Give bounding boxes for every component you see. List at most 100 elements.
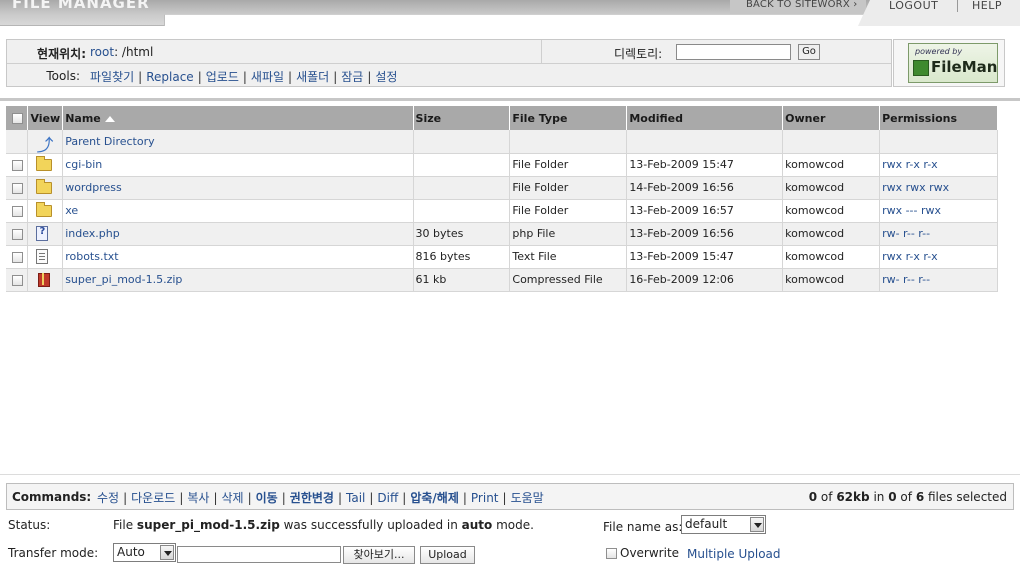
file-type: File Folder bbox=[509, 176, 628, 200]
command-item[interactable]: 복사 bbox=[187, 491, 209, 505]
row-checkbox[interactable] bbox=[12, 228, 23, 240]
tool-replace[interactable]: Replace bbox=[146, 70, 193, 84]
command-item[interactable]: 압축/해제 bbox=[410, 491, 459, 505]
command-item[interactable]: Diff bbox=[377, 491, 398, 505]
file-name-link[interactable]: wordpress bbox=[65, 181, 122, 194]
folder-icon[interactable] bbox=[36, 179, 53, 195]
row-checkbox[interactable] bbox=[12, 251, 23, 263]
file-owner: komowcod bbox=[782, 153, 881, 177]
transfer-mode-label: Transfer mode: bbox=[8, 546, 99, 560]
file-name-link[interactable]: super_pi_mod-1.5.zip bbox=[65, 273, 182, 286]
col-file-type[interactable]: File Type bbox=[509, 106, 628, 130]
upload-button[interactable]: Upload bbox=[420, 546, 475, 564]
row-checkbox[interactable] bbox=[12, 159, 23, 171]
file-name-link[interactable]: robots.txt bbox=[65, 250, 118, 263]
command-item[interactable]: 수정 bbox=[97, 491, 119, 505]
filename-as-select[interactable]: default bbox=[681, 515, 766, 534]
upload-file-input[interactable] bbox=[177, 546, 341, 563]
zip-file-icon[interactable] bbox=[36, 272, 51, 287]
file-owner: komowcod bbox=[782, 222, 881, 246]
parent-directory-row: Parent Directory bbox=[6, 130, 998, 156]
file-name-link[interactable]: xe bbox=[65, 204, 78, 217]
col-owner[interactable]: Owner bbox=[782, 106, 881, 130]
select-all-checkbox[interactable] bbox=[12, 113, 23, 124]
command-item[interactable]: Print bbox=[471, 491, 499, 505]
row-checkbox[interactable] bbox=[12, 182, 23, 194]
command-item[interactable]: 도움말 bbox=[511, 491, 544, 505]
php-file-icon[interactable] bbox=[36, 226, 49, 241]
command-item[interactable]: 권한변경 bbox=[290, 491, 334, 505]
command-item[interactable]: 다운로드 bbox=[131, 491, 175, 505]
fileman-brand: FileMan bbox=[931, 58, 998, 76]
fileman-logo: powered by FileMan bbox=[908, 43, 998, 83]
table-header-row: View Name Size File Type Modified Owner … bbox=[6, 106, 998, 130]
directory-input[interactable] bbox=[676, 44, 791, 60]
col-size[interactable]: Size bbox=[413, 106, 511, 130]
file-type: Compressed File bbox=[509, 268, 628, 292]
file-size bbox=[413, 176, 511, 200]
file-owner: komowcod bbox=[782, 268, 881, 292]
folder-icon[interactable] bbox=[36, 156, 53, 172]
table-row: super_pi_mod-1.5.zip 61 kb Compressed File… bbox=[6, 268, 998, 292]
command-item[interactable]: 이동 bbox=[256, 491, 278, 505]
overwrite-checkbox[interactable] bbox=[606, 548, 617, 559]
tool-sep: | bbox=[333, 70, 338, 84]
location-path: root: /html bbox=[90, 45, 153, 59]
file-permissions-link[interactable]: rw- r-- r-- bbox=[882, 273, 930, 286]
fileman-logo-box: powered by FileMan bbox=[893, 39, 1005, 87]
table-row: wordpress File Folder 14-Feb-2009 16:56 kom… bbox=[6, 176, 998, 200]
location-label: 현재위치: bbox=[37, 47, 86, 61]
file-permissions-link[interactable]: rw- r-- r-- bbox=[882, 227, 930, 240]
folder-icon[interactable] bbox=[36, 202, 53, 218]
command-item[interactable]: 삭제 bbox=[222, 491, 244, 505]
file-owner: komowcod bbox=[782, 245, 881, 269]
tools-list: 파일찾기 | Replace | 업로드 | 새파일 | 새폴더 | 잠금 | 설정 bbox=[90, 68, 397, 85]
status-label: Status: bbox=[8, 518, 51, 532]
directory-label: 디렉토리: bbox=[614, 47, 663, 61]
command-separator: | bbox=[369, 491, 374, 505]
col-permissions[interactable]: Permissions bbox=[879, 106, 998, 130]
col-name[interactable]: Name bbox=[62, 106, 414, 130]
text-file-icon[interactable] bbox=[36, 249, 49, 264]
location-panel: 현재위치: root: /html 디렉토리: Go Tools: 파일찾기 | R… bbox=[6, 39, 892, 87]
commands-list: 수정 | 다운로드 | 복사 | 삭제 | 이동 | 권한변경 | Tail | Diff | 압축/해제 | Pr… bbox=[97, 489, 544, 506]
file-permissions-link[interactable]: rwx r-x r-x bbox=[882, 250, 938, 263]
file-permissions-link[interactable]: rwx --- rwx bbox=[882, 204, 941, 217]
powered-by-text: powered by bbox=[915, 47, 963, 56]
file-permissions-link[interactable]: rwx rwx rwx bbox=[882, 181, 949, 194]
path-root-link[interactable]: root bbox=[90, 45, 114, 59]
file-permissions-link[interactable]: rwx r-x r-x bbox=[882, 158, 938, 171]
multiple-upload-link[interactable]: Multiple Upload bbox=[687, 547, 781, 561]
row-checkbox[interactable] bbox=[12, 205, 23, 217]
file-modified: 13-Feb-2009 16:57 bbox=[626, 199, 784, 223]
tool-find-file[interactable]: 파일찾기 bbox=[90, 70, 134, 84]
browse-button[interactable]: 찾아보기... bbox=[343, 546, 415, 564]
col-view[interactable]: View bbox=[27, 106, 64, 130]
help-link[interactable]: HELP bbox=[972, 0, 1002, 12]
col-modified[interactable]: Modified bbox=[626, 106, 784, 130]
tool-upload[interactable]: 업로드 bbox=[206, 70, 239, 84]
file-owner: komowcod bbox=[782, 176, 881, 200]
command-separator: | bbox=[281, 491, 286, 505]
fileman-logo-icon bbox=[913, 60, 929, 76]
table-row: xe File Folder 13-Feb-2009 16:57 komowcod rw… bbox=[6, 199, 998, 223]
file-type: Text File bbox=[509, 245, 628, 269]
file-name-link[interactable]: cgi-bin bbox=[65, 158, 102, 171]
tool-new-file[interactable]: 새파일 bbox=[251, 70, 284, 84]
tool-new-folder[interactable]: 새폴더 bbox=[296, 70, 329, 84]
parent-directory-icon[interactable] bbox=[36, 131, 53, 156]
row-checkbox[interactable] bbox=[12, 274, 23, 286]
transfer-mode-select[interactable]: Auto bbox=[113, 543, 176, 562]
logout-link[interactable]: LOGOUT bbox=[889, 0, 938, 12]
parent-directory-link[interactable]: Parent Directory bbox=[65, 135, 154, 148]
file-table: View Name Size File Type Modified Owner … bbox=[6, 106, 998, 292]
status-message: File super_pi_mod-1.5.zip was successful… bbox=[113, 518, 534, 532]
file-name-link[interactable]: index.php bbox=[65, 227, 120, 240]
tool-lock[interactable]: 잠금 bbox=[341, 70, 363, 84]
file-type: php File bbox=[509, 222, 628, 246]
back-to-siteworx-link[interactable]: BACK TO SITEWORX › bbox=[746, 0, 857, 10]
command-item[interactable]: Tail bbox=[346, 491, 365, 505]
go-button[interactable]: Go bbox=[798, 44, 820, 60]
tool-settings[interactable]: 설정 bbox=[375, 70, 397, 84]
overwrite-option[interactable]: Overwrite bbox=[606, 546, 679, 560]
